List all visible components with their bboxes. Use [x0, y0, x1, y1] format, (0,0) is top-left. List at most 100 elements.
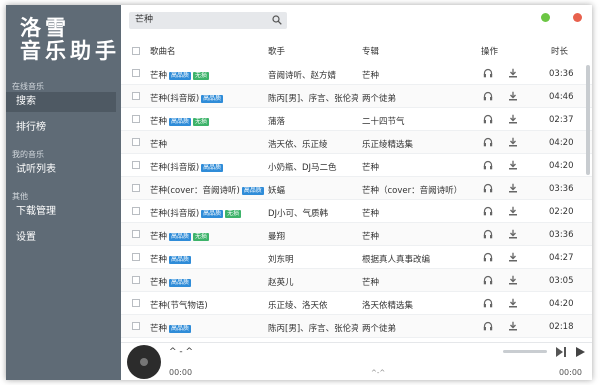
album-cell: 二十四节气 [362, 117, 405, 127]
row-checkbox[interactable] [132, 115, 140, 123]
song-name-cell: 芒种(抖音版) 高品质 [150, 161, 265, 173]
group-title-online: 在线音乐 [12, 82, 44, 91]
sidebar-item-downloads[interactable]: 下载管理 [6, 202, 116, 222]
headphones-icon[interactable] [483, 298, 493, 308]
headphones-icon[interactable] [483, 183, 493, 193]
headphones-icon[interactable] [483, 275, 493, 285]
row-checkbox[interactable] [132, 299, 140, 307]
song-name: 芒种(抖音版) [150, 163, 200, 173]
row-checkbox[interactable] [132, 92, 140, 100]
scrollbar[interactable] [586, 65, 590, 175]
song-name: 芒种(cover：音阙诗听) [150, 186, 240, 196]
headphones-icon[interactable] [483, 114, 493, 124]
duration-cell: 04:20 [549, 138, 574, 148]
song-name-cell: 芒种 高品质 无损 [150, 69, 265, 81]
artist-cell: 赵英儿 [268, 278, 294, 288]
download-icon[interactable] [508, 91, 518, 101]
song-name-cell: 芒种(抖音版) 高品质 [150, 92, 265, 104]
table-row[interactable]: 芒种 高品质 无损 音阙诗听、赵方婧 芒种 03:36 [121, 62, 592, 85]
duration-cell: 04:20 [549, 161, 574, 171]
download-icon[interactable] [508, 114, 518, 124]
album-cell: 两个徒弟 [362, 324, 397, 334]
download-icon[interactable] [508, 183, 518, 193]
album-cell: 两个徒弟 [362, 94, 397, 104]
headphones-icon[interactable] [483, 321, 493, 331]
play-icon[interactable] [574, 346, 586, 358]
table-row[interactable]: 芒种(抖音版) 高品质 小奶瓶、DJ马二色 芒种 04:20 [121, 154, 592, 177]
row-checkbox[interactable] [132, 161, 140, 169]
row-checkbox[interactable] [132, 230, 140, 238]
headphones-icon[interactable] [483, 160, 493, 170]
lossless-badge: 无损 [193, 232, 210, 241]
duration-cell: 04:46 [549, 92, 574, 102]
table-row[interactable]: 芒种 高品质 陈丙[男]、序言、张伦亮 两个徒弟 02:18 [121, 315, 592, 338]
table-row[interactable]: 芒种(节气物语) 乐正绫、洛天依 洛天依精选集 04:20 [121, 292, 592, 315]
download-icon[interactable] [508, 321, 518, 331]
header-duration: 时长 [551, 47, 569, 57]
player-title: ^ - ^ [169, 347, 194, 357]
row-checkbox[interactable] [132, 184, 140, 192]
headphones-icon[interactable] [483, 206, 493, 216]
download-icon[interactable] [508, 298, 518, 308]
table-row[interactable]: 芒种 高品质 无损 蒲落 二十四节气 02:37 [121, 108, 592, 131]
song-name: 芒种(抖音版) [150, 209, 200, 219]
row-checkbox[interactable] [132, 138, 140, 146]
headphones-icon[interactable] [483, 229, 493, 239]
headphones-icon[interactable] [483, 91, 493, 101]
row-checkbox[interactable] [132, 322, 140, 330]
group-title-other: 其他 [12, 192, 28, 201]
row-checkbox[interactable] [132, 207, 140, 215]
table-row[interactable]: 芒种(cover：音阙诗听)高品质无损妖蝠 芒种（cover：音阙诗听） 03:36 [121, 177, 592, 200]
download-icon[interactable] [508, 206, 518, 216]
artist-cell: 妖蝠 [268, 186, 286, 196]
album-cell: 乐正绫精选集 [362, 140, 414, 150]
logo-line-2: 音乐助手 [20, 39, 120, 63]
search-icon[interactable] [272, 15, 282, 25]
lossless-badge: 无损 [225, 209, 242, 218]
select-all-checkbox[interactable] [132, 47, 140, 55]
player-bar: ^ - ^ 00:00 ^-^ 00:00 [121, 342, 592, 380]
headphones-icon[interactable] [483, 68, 493, 78]
close-button[interactable] [573, 13, 582, 22]
table-row[interactable]: 芒种(抖音版) 高品质 无损 DJ小可、气质韩 芒种 02:20 [121, 200, 592, 223]
sidebar-item-settings[interactable]: 设置 [6, 228, 116, 248]
row-checkbox[interactable] [132, 253, 140, 261]
sidebar-item-leaderboard[interactable]: 排行榜 [6, 118, 116, 138]
hq-badge: 高品质 [201, 163, 224, 172]
hq-badge: 高品质 [201, 94, 224, 103]
table-row[interactable]: 芒种 高品质 无损 曼翔 芒种 03:36 [121, 223, 592, 246]
minimize-button[interactable] [541, 13, 550, 22]
table-row[interactable]: 芒种 高品质 刘东明 根据真人真事改编 04:27 [121, 246, 592, 269]
album-cell: 洛天依精选集 [362, 301, 414, 311]
search-value: 芒种 [135, 15, 154, 25]
song-name: 芒种 [150, 71, 168, 81]
artist-cell: 曼翔 [268, 232, 286, 242]
headphones-icon[interactable] [483, 137, 493, 147]
lossless-badge: 无损 [193, 117, 210, 126]
row-checkbox[interactable] [132, 276, 140, 284]
duration-cell: 03:05 [549, 276, 574, 286]
download-icon[interactable] [508, 275, 518, 285]
table-row[interactable]: 芒种(抖音版) 高品质 陈丙[男]、序言、张伦亮 两个徒弟 04:46 [121, 85, 592, 108]
search-input[interactable]: 芒种 [129, 12, 287, 29]
download-icon[interactable] [508, 252, 518, 262]
artist-cell: 小奶瓶、DJ马二色 [268, 163, 337, 173]
artist-cell: 陈丙[男]、序言、张伦亮 [268, 94, 358, 104]
row-checkbox[interactable] [132, 69, 140, 77]
song-name: 芒种(节气物语) [150, 301, 208, 311]
album-cell: 芒种 [362, 163, 380, 173]
table-row[interactable]: 芒种 高品质 赵英儿 芒种 03:05 [121, 269, 592, 292]
artist-cell: 乐正绫、洛天依 [268, 301, 328, 311]
volume-slider[interactable] [503, 350, 547, 353]
sidebar-item-search[interactable]: 搜索 [6, 92, 116, 112]
download-icon[interactable] [508, 137, 518, 147]
download-icon[interactable] [508, 160, 518, 170]
table-row[interactable]: 芒种 浩天依、乐正绫 乐正绫精选集 04:20 [121, 131, 592, 154]
download-icon[interactable] [508, 229, 518, 239]
download-icon[interactable] [508, 68, 518, 78]
sidebar-item-trial-list[interactable]: 试听列表 [6, 160, 116, 180]
song-name-cell: 芒种 高品质 [150, 253, 265, 265]
hq-badge: 高品质 [169, 117, 192, 126]
headphones-icon[interactable] [483, 252, 493, 262]
next-icon[interactable] [555, 346, 567, 358]
